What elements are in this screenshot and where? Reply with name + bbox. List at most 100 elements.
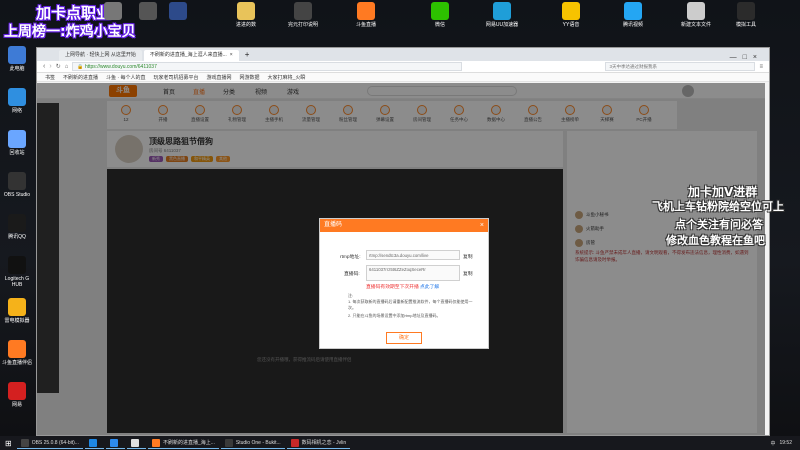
warn-text: 直播码有效期至下次开播	[366, 285, 419, 290]
desktop-icon[interactable]: 斗鱼直播伴侣	[2, 340, 32, 366]
desktop-icon[interactable]: 腾讯QQ	[2, 214, 32, 240]
desktop-icon-label: OBS Studio	[3, 192, 31, 198]
taskbar-item[interactable]	[84, 437, 104, 449]
windows-start-icon[interactable]: ⊞	[0, 439, 17, 448]
ime-indicator[interactable]: 中	[770, 440, 779, 447]
menu-icon[interactable]: ≡	[759, 64, 763, 70]
clock[interactable]: 19:52	[779, 440, 800, 446]
home-icon[interactable]: ⌂	[65, 64, 69, 70]
app-icon	[624, 2, 642, 20]
forward-icon[interactable]: ›	[49, 63, 51, 70]
key-label: 直播码:	[344, 272, 360, 277]
desktop-icon[interactable]: 回收站	[2, 130, 32, 156]
desktop-icon-label: YY语音	[562, 22, 580, 28]
stream-key-dialog: 直播码 × rtmp地址: rtmp://sendtc3a.douyu.com/…	[319, 218, 489, 349]
desktop-icon[interactable]: 雷电模拟器	[2, 298, 32, 324]
bookmark-item[interactable]: 网游数据	[240, 74, 260, 81]
app-icon	[8, 382, 26, 400]
app-icon	[357, 2, 375, 20]
desktop-icon[interactable]: 微信	[420, 2, 460, 28]
search-input[interactable]: 3天中季达通过财报我系	[605, 62, 756, 71]
desktop-icon[interactable]: YY语音	[551, 2, 591, 28]
new-tab-icon[interactable]: +	[245, 49, 250, 61]
taskbar-app-icon	[88, 438, 97, 447]
url-text: https://www.douyu.com/6411037	[84, 64, 157, 70]
window-controls[interactable]: —□×	[730, 54, 763, 61]
taskbar-item[interactable]	[105, 437, 125, 449]
desktop-icon[interactable]: 新建文本文件	[676, 2, 716, 28]
desktop-icon-label: 雷电模拟器	[4, 318, 30, 324]
desktop-icon-label: 网易UU加速器	[485, 22, 519, 28]
rtmp-label: rtmp地址:	[340, 255, 361, 260]
copy-rtmp-button[interactable]: 复制	[463, 253, 473, 260]
dialog-title: 直播码	[324, 222, 343, 228]
lock-icon: 🔒	[77, 64, 85, 70]
taskbar-app-icon	[151, 438, 160, 447]
taskbar-item[interactable]: OBS 25.0.8 (64-bit)...	[16, 437, 83, 449]
bookmark-item[interactable]: 书签	[45, 74, 55, 81]
app-icon	[493, 2, 511, 20]
app-icon	[8, 214, 26, 232]
bookmark-item[interactable]: 大家打麻将_火瞬	[268, 74, 306, 81]
taskbar-app-icon	[130, 438, 139, 447]
desktop-icon[interactable]: 腾讯视频	[613, 2, 653, 28]
taskbar-item[interactable]: Studio One - Bukit...	[220, 437, 285, 449]
url-input[interactable]: 🔒 https://www.douyu.com/6411037	[72, 62, 463, 71]
desktop-icon[interactable]: 斗鱼直播	[346, 2, 386, 28]
desktop-icon[interactable]: 网易UU加速器	[482, 2, 522, 28]
rtmp-value: rtmp://sendtc3a.douyu.com/live	[369, 253, 429, 258]
rtmp-field[interactable]: rtmp://sendtc3a.douyu.com/live	[366, 250, 460, 260]
taskbar-item[interactable]: 不刷新的进直播_海上...	[147, 437, 219, 449]
app-icon	[139, 2, 157, 20]
help-link[interactable]: 点此了解	[420, 283, 439, 290]
app-icon	[8, 88, 26, 106]
desktop-icon-label: 新建文本文件	[680, 22, 711, 28]
overlay-right-2: 飞机上车钻粉院给空位可上	[652, 200, 784, 213]
refresh-icon[interactable]: ↻	[56, 63, 61, 70]
bookmark-item[interactable]: 斗鱼 · 每个人的直	[106, 74, 145, 81]
app-icon	[294, 2, 312, 20]
desktop-icon[interactable]: OBS Studio	[2, 172, 32, 198]
confirm-button[interactable]: 确定	[386, 332, 422, 344]
bookmark-item[interactable]: 不刷新的进直播	[63, 74, 98, 81]
dialog-header: 直播码 ×	[320, 219, 488, 232]
desktop-icon[interactable]	[93, 2, 133, 22]
app-icon	[8, 46, 26, 64]
desktop-icon[interactable]: Logitech G HUB	[2, 256, 32, 288]
tab-label: 上网导航 · 轻快上网 从这里开始	[65, 52, 136, 58]
taskbar-app-icon	[109, 438, 118, 447]
tab-label: 不刷新的进直播_海上涯人来直播...	[149, 52, 227, 58]
app-icon	[8, 298, 26, 316]
bookmark-item[interactable]: 游戏直播网	[207, 74, 232, 81]
copy-key-button[interactable]: 复制	[463, 270, 473, 277]
taskbar-app-icon	[290, 438, 299, 447]
tab-navigation[interactable]: 上网导航 · 轻快上网 从这里开始	[59, 50, 142, 61]
desktop-icon[interactable]: 模拟工具	[726, 2, 766, 28]
desktop-icon[interactable]: 网络	[2, 88, 32, 114]
back-icon[interactable]: ‹	[43, 63, 45, 70]
close-icon[interactable]: ×	[480, 219, 484, 232]
bookmark-item[interactable]: 玩家老司机招募平台	[153, 74, 198, 81]
overlay-right-3: 点个关注有问必答	[675, 218, 763, 231]
desktop-icon[interactable]: 网易	[2, 382, 32, 408]
note-1: 1. 每次获取新的直播码后请重新配置推流软件，每个直播码仅能使用一次。	[348, 299, 473, 310]
desktop-icon-label: 模拟工具	[735, 22, 756, 28]
overlay-title-2: 上周榜一:炸鸡小宝贝	[4, 24, 136, 40]
close-icon[interactable]: ×	[230, 50, 233, 61]
taskbar-app-icon	[20, 438, 29, 447]
search-placeholder: 3天中季达通过财报我系	[609, 64, 657, 69]
taskbar-app-icon	[224, 438, 233, 447]
tab-douyu[interactable]: 不刷新的进直播_海上涯人来直播... ×	[143, 50, 239, 61]
bookmark-bar: 书签 不刷新的进直播 斗鱼 · 每个人的直 玩家老司机招募平台 游戏直播网 网游数据 大家打…	[37, 73, 769, 82]
taskbar-items: OBS 25.0.8 (64-bit)... 不刷新的进直播_海上... Studi…	[16, 437, 352, 449]
desktop-icon[interactable]: 此电脑	[2, 46, 32, 72]
desktop-icon-label: 网易	[11, 402, 22, 408]
taskbar-item[interactable]	[126, 437, 146, 449]
desktop-icon[interactable]: 完元打印说明	[283, 2, 323, 28]
desktop-icon-label: 网络	[11, 108, 22, 114]
app-icon	[8, 130, 26, 148]
desktop-icon[interactable]	[158, 2, 198, 22]
taskbar-item[interactable]: 数码相机之恋 - Jvlin	[286, 437, 351, 449]
key-field[interactable]: 6411037rrz5t6ZZeZoqSeceRr	[366, 265, 460, 281]
desktop-icon[interactable]: 进进的数	[226, 2, 266, 28]
